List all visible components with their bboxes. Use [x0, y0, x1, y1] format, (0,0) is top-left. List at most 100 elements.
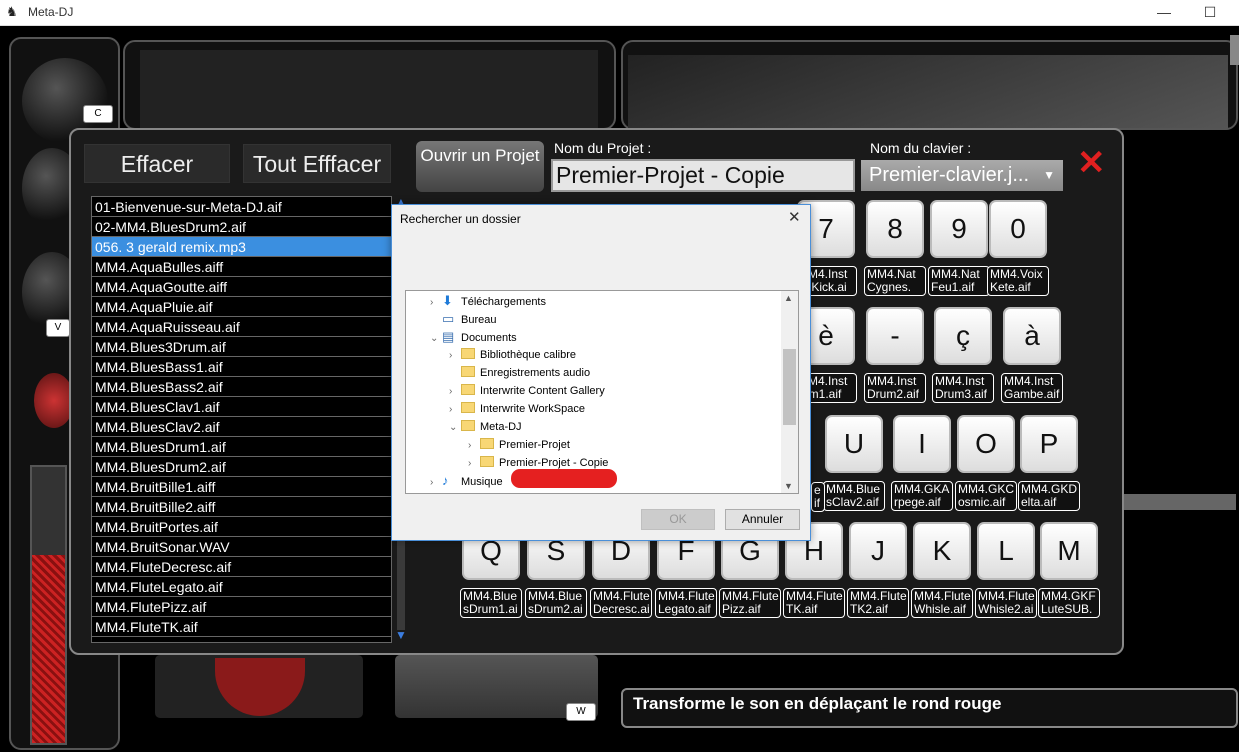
file-list-item[interactable]: MM4.BruitPortes.aif: [92, 517, 391, 537]
key-sample-label: MM4.GKA rpege.aif: [891, 481, 953, 511]
keyboard-select[interactable]: Premier-clavier.j... ▼: [861, 160, 1063, 191]
file-list-item[interactable]: MM4.BluesBass2.aif: [92, 377, 391, 397]
key-ç[interactable]: ç: [934, 307, 992, 365]
chevron-icon[interactable]: ›: [468, 437, 480, 455]
key-M[interactable]: M: [1040, 522, 1098, 580]
tree-item[interactable]: › Interwrite Content Gallery: [449, 382, 605, 400]
key-sample-label: MM4.Flute Legato.aif: [655, 588, 717, 618]
tree-item[interactable]: › Interwrite WorkSpace: [449, 400, 585, 418]
file-list-item[interactable]: MM4.AquaRuisseau.aif: [92, 317, 391, 337]
file-list[interactable]: 01-Bienvenue-sur-Meta-DJ.aif 02-MM4.Blues…: [91, 196, 392, 643]
file-list-item[interactable]: MM4.FlutePizz.aif: [92, 597, 391, 617]
key-0[interactable]: 0: [989, 200, 1047, 258]
right-slider[interactable]: [1124, 494, 1236, 510]
file-list-item[interactable]: MM4.BluesBass1.aif: [92, 357, 391, 377]
tree-item[interactable]: ▭ Bureau: [430, 310, 496, 328]
key-O[interactable]: O: [957, 415, 1015, 473]
file-list-item[interactable]: MM4.AquaGoutte.aiff: [92, 277, 391, 297]
chevron-icon[interactable]: ⌄: [430, 330, 442, 348]
chevron-icon[interactable]: ›: [468, 455, 480, 473]
close-icon[interactable]: ✕: [788, 208, 801, 226]
tree-item[interactable]: › Premier-Projet - Copie: [468, 454, 608, 472]
maximize-button[interactable]: ☐: [1187, 2, 1233, 24]
mute-button[interactable]: [34, 373, 74, 428]
minimize-button[interactable]: —: [1141, 2, 1187, 24]
chevron-icon[interactable]: ›: [449, 401, 461, 419]
file-list-item[interactable]: MM4.FluteDecresc.aif: [92, 557, 391, 577]
chevron-icon[interactable]: ›: [449, 347, 461, 365]
chevron-icon[interactable]: ⌄: [449, 419, 461, 437]
file-list-item[interactable]: MM4.BruitBille1.aiff: [92, 477, 391, 497]
folder-icon: [480, 438, 494, 449]
file-list-item[interactable]: 02-MM4.BluesDrum2.aif: [92, 217, 391, 237]
file-list-item[interactable]: MM4.AquaBulles.aiff: [92, 257, 391, 277]
key-sample-label: MM4.Flute Pizz.aif: [719, 588, 781, 618]
tree-item[interactable]: ⌄ ▤ Documents: [430, 328, 517, 346]
file-list-item[interactable]: MM4.AquaPluie.aif: [92, 297, 391, 317]
download-icon: ⬇: [442, 293, 453, 308]
cancel-button[interactable]: Annuler: [725, 509, 800, 530]
file-list-item[interactable]: MM4.BruitSonar.WAV: [92, 537, 391, 557]
key-à[interactable]: à: [1003, 307, 1061, 365]
tree-item[interactable]: Enregistrements audio: [449, 364, 590, 382]
key-sample-label: MM4.Blue sClav2.aif: [823, 481, 885, 511]
tree-scrollbar[interactable]: ▲ ▼: [781, 291, 798, 493]
tree-item-label: Interwrite WorkSpace: [480, 403, 585, 415]
key-9[interactable]: 9: [930, 200, 988, 258]
key-K[interactable]: K: [913, 522, 971, 580]
key-J[interactable]: J: [849, 522, 907, 580]
key-sample-line: Whisle2.ai: [978, 602, 1034, 616]
file-list-item[interactable]: MM4.FluteTK2.aif: [92, 637, 391, 642]
key-sample-line: TK2.aif: [850, 602, 889, 616]
key-sample-line: Drum3.aif: [935, 387, 988, 401]
keyboard-select-value: Premier-clavier.j...: [869, 164, 1030, 186]
file-list-item[interactable]: MM4.Blues3Drum.aif: [92, 337, 391, 357]
file-list-item[interactable]: MM4.BluesClav1.aif: [92, 397, 391, 417]
file-list-item[interactable]: MM4.BluesClav2.aif: [92, 417, 391, 437]
key-sample-line: rpege.aif: [894, 495, 941, 509]
folder-tree[interactable]: ▲ ▼ › ⬇ Téléchargements ▭ Bureau ⌄ ▤ Documents ›…: [405, 290, 799, 494]
clear-all-button[interactable]: Tout Efffacer: [243, 144, 391, 183]
tree-item[interactable]: ⌄ Meta-DJ: [449, 418, 522, 436]
key--[interactable]: -: [866, 307, 924, 365]
tree-item[interactable]: › ⬇ Téléchargements: [430, 292, 546, 310]
tree-item[interactable]: › Premier-Projet: [468, 436, 570, 454]
key-sample-label: MM4.Flute Whisle2.ai: [975, 588, 1037, 618]
key-hint-w: W: [566, 703, 596, 721]
file-list-item[interactable]: MM4.FluteTK.aif: [92, 617, 391, 637]
open-project-button[interactable]: Ouvrir un Projet: [416, 141, 544, 192]
file-list-item[interactable]: MM4.BruitBille2.aiff: [92, 497, 391, 517]
chevron-icon[interactable]: ›: [449, 383, 461, 401]
page-scrollbar[interactable]: [1230, 35, 1239, 65]
clear-button[interactable]: Effacer: [84, 144, 230, 183]
tree-item-label: Meta-DJ: [480, 421, 522, 433]
project-name-field[interactable]: Premier-Projet - Copie: [551, 159, 855, 192]
key-L[interactable]: L: [977, 522, 1035, 580]
key-sample-label: MM4.Inst Drum3.aif: [932, 373, 994, 403]
chevron-icon[interactable]: ›: [430, 474, 442, 492]
turntable-display: [140, 50, 598, 130]
file-list-item[interactable]: MM4.BluesDrum1.aif: [92, 437, 391, 457]
file-list-item[interactable]: 01-Bienvenue-sur-Meta-DJ.aif: [92, 197, 391, 217]
close-icon[interactable]: ✕: [1077, 146, 1106, 180]
tree-item[interactable]: › Bibliothèque calibre: [449, 346, 576, 364]
tree-scroll-thumb[interactable]: [783, 349, 796, 425]
key-I[interactable]: I: [893, 415, 951, 473]
key-hint-c: C: [83, 105, 113, 123]
scroll-down-icon[interactable]: ▼: [784, 481, 793, 491]
tree-item-label: Musique: [461, 476, 503, 488]
file-list-item[interactable]: MM4.FluteLegato.aif: [92, 577, 391, 597]
key-8[interactable]: 8: [866, 200, 924, 258]
tree-item[interactable]: › ♪ Musique: [430, 472, 503, 490]
key-U[interactable]: U: [825, 415, 883, 473]
scroll-down-icon[interactable]: ▼: [394, 629, 408, 641]
window-title: Meta-DJ: [28, 5, 74, 19]
key-P[interactable]: P: [1020, 415, 1078, 473]
ok-button[interactable]: OK: [641, 509, 715, 530]
key-sample-label: MM4.Blue sDrum2.ai: [525, 588, 587, 618]
file-list-item[interactable]: MM4.BluesDrum2.aif: [92, 457, 391, 477]
scroll-up-icon[interactable]: ▲: [784, 293, 793, 303]
tree-item-label: Bureau: [461, 314, 497, 326]
file-list-item[interactable]: 056. 3 gerald remix.mp3: [92, 237, 391, 257]
key-sample-line: Kete.aif: [990, 280, 1031, 294]
